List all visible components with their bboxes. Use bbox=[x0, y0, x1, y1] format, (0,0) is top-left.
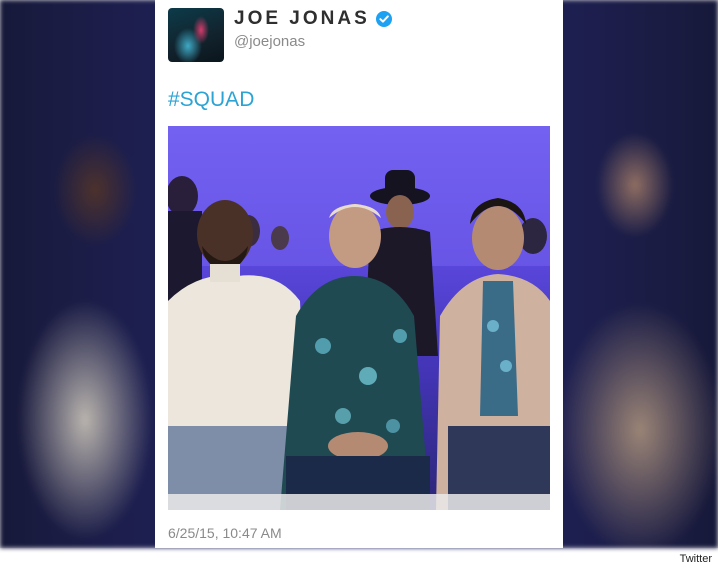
tweet-photo[interactable] bbox=[168, 126, 550, 510]
photo-illustration bbox=[168, 126, 550, 510]
tweet-hashtag-link[interactable]: #SQUAD bbox=[168, 88, 254, 112]
verified-badge-icon bbox=[375, 11, 392, 27]
tweet-timestamp[interactable]: 6/25/15, 10:47 AM bbox=[168, 525, 282, 541]
tweet-header: JOE JONAS @joejonas bbox=[168, 8, 548, 64]
display-name[interactable]: JOE JONAS bbox=[234, 8, 370, 30]
source-credit: Twitter bbox=[679, 553, 712, 565]
name-row: JOE JONAS bbox=[234, 8, 392, 30]
tweet-card: JOE JONAS @joejonas #SQUAD 6/25/15, 10:4… bbox=[155, 0, 563, 548]
profile-avatar[interactable] bbox=[168, 8, 224, 62]
user-handle[interactable]: @joejonas bbox=[234, 33, 305, 50]
